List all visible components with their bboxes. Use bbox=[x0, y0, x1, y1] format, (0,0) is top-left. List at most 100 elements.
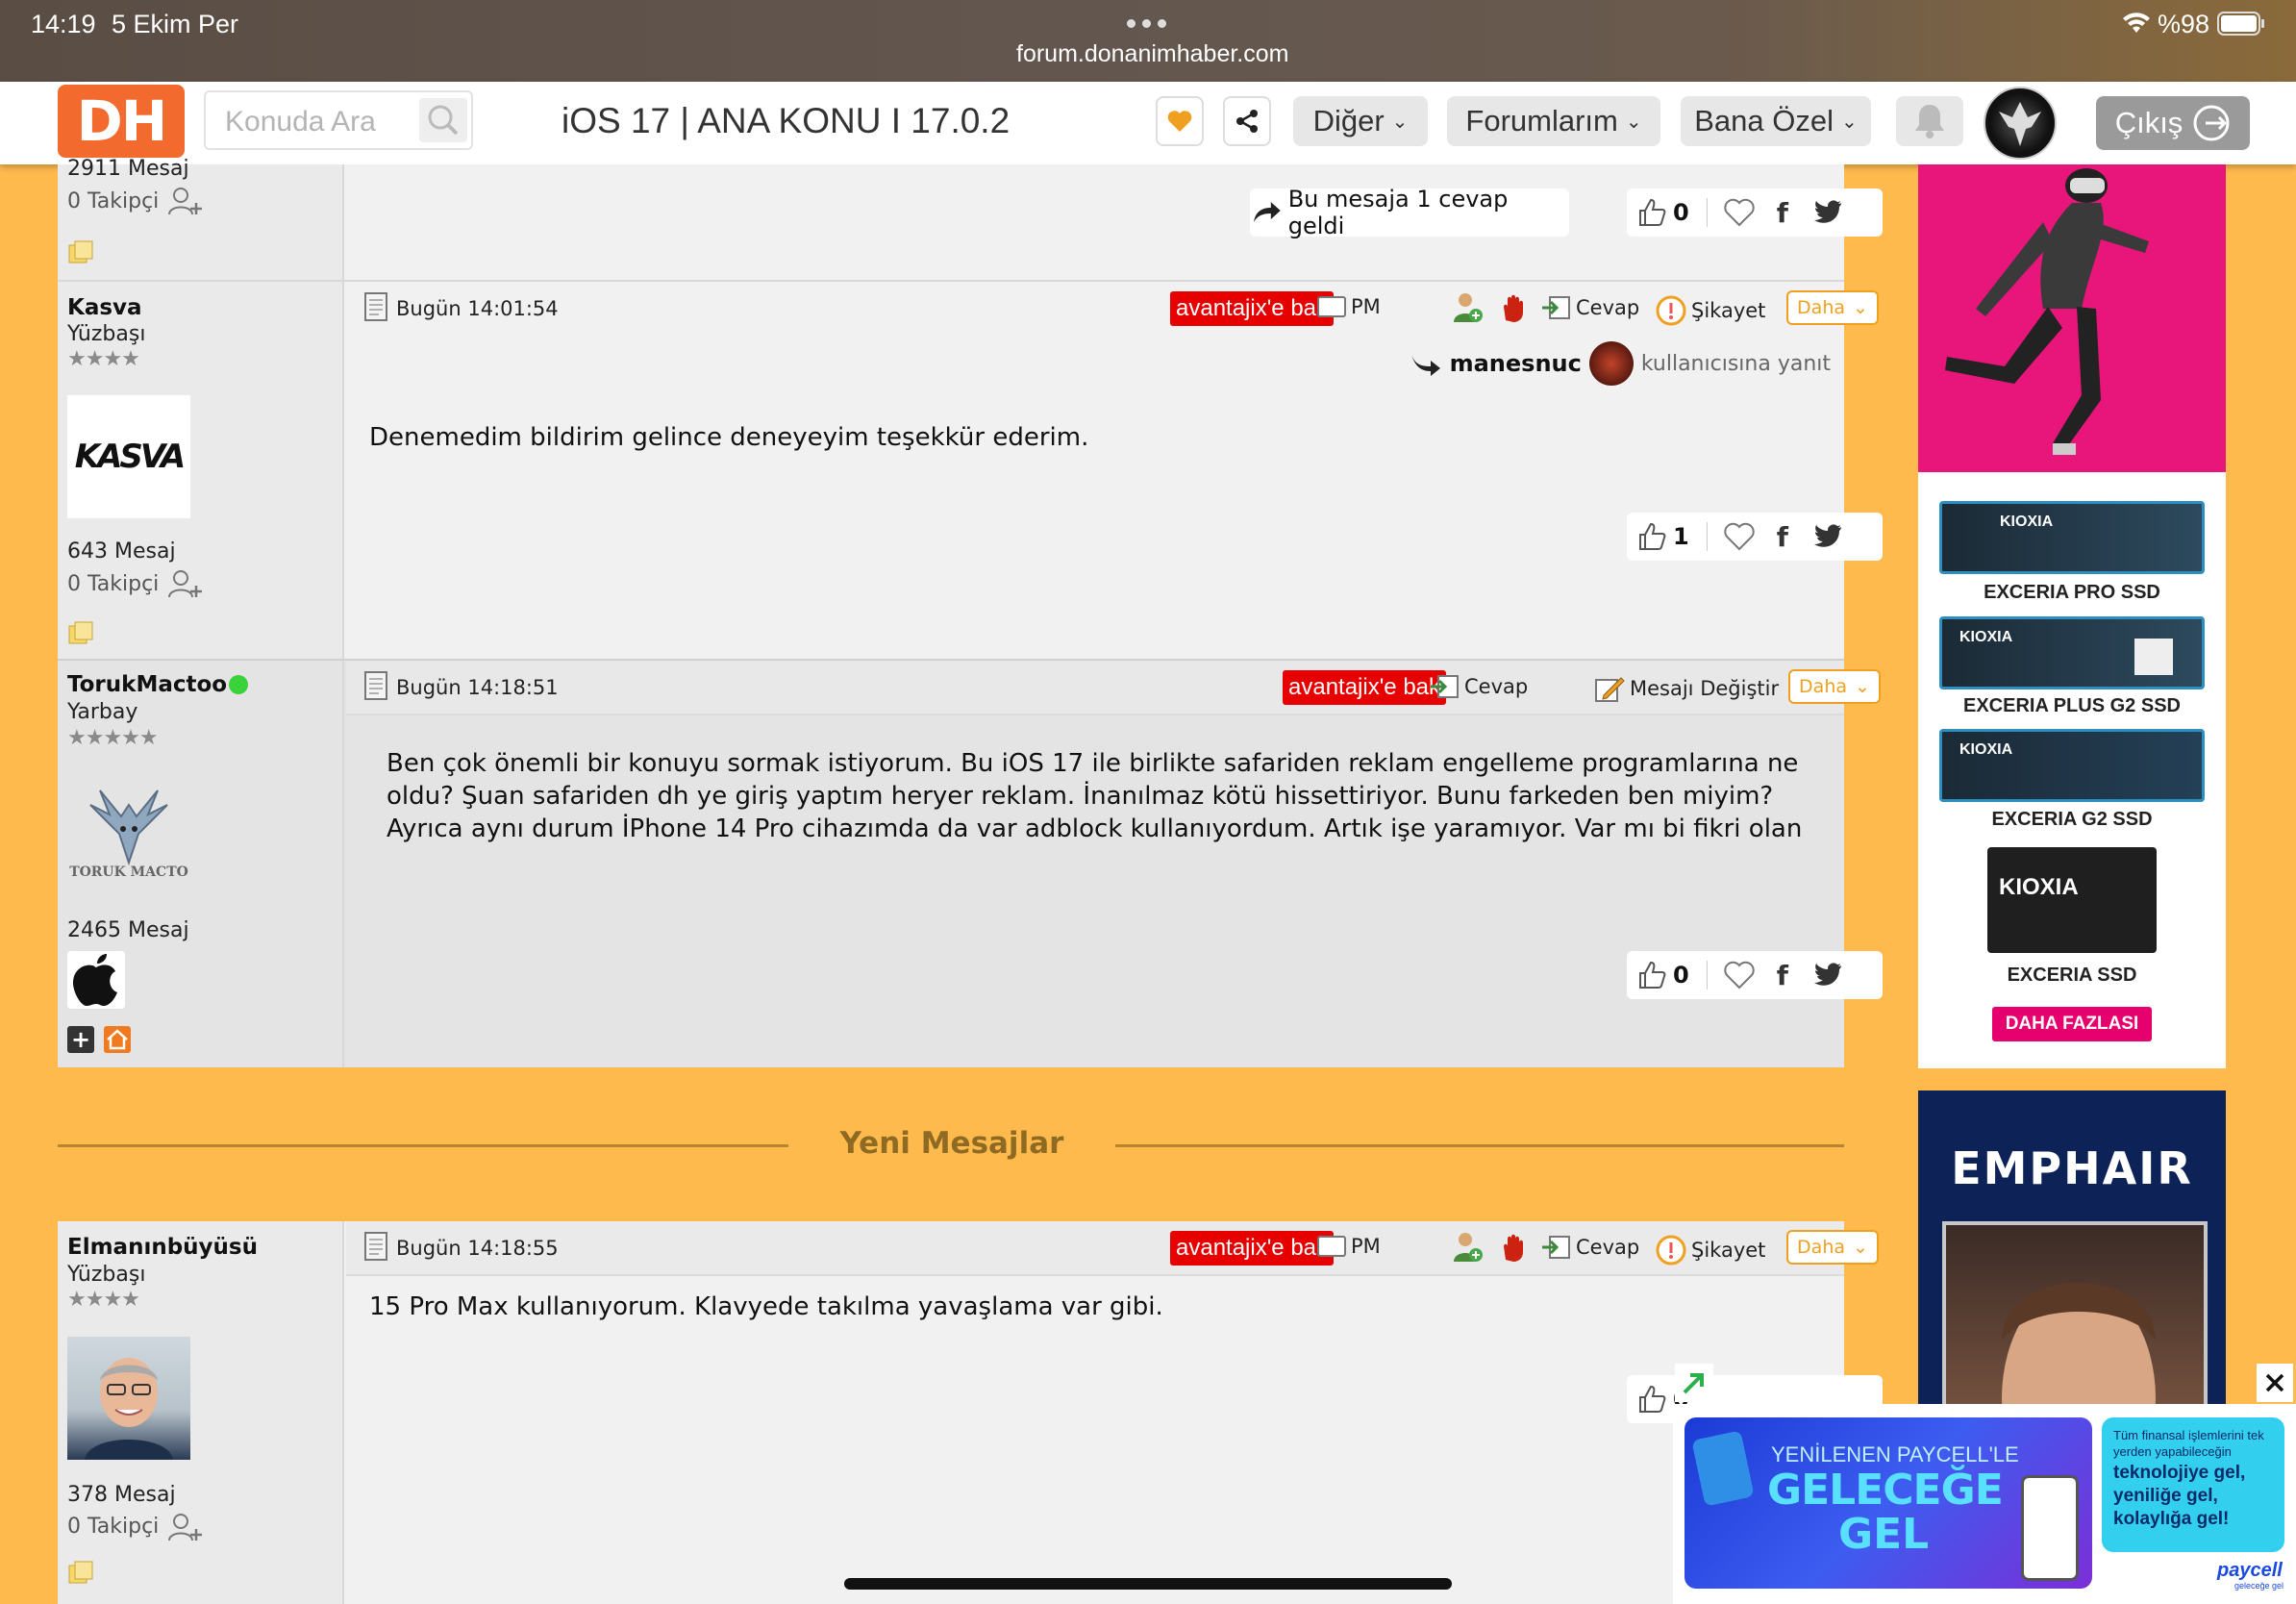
reply-user-avatar[interactable] bbox=[1588, 341, 1634, 386]
search-button[interactable] bbox=[419, 98, 467, 142]
message-count: 2911 Mesaj bbox=[67, 157, 189, 181]
post-date[interactable]: Bugün 14:18:51 bbox=[396, 676, 559, 699]
add-friend-icon[interactable] bbox=[1452, 291, 1483, 324]
avantajix-button[interactable]: avantajix'e bak bbox=[1170, 291, 1335, 326]
reply-icon bbox=[1542, 296, 1570, 319]
thumbs-up-icon[interactable] bbox=[1636, 1384, 1667, 1415]
forumlarim-menu[interactable]: Forumlarım ⌄ bbox=[1447, 96, 1660, 146]
avatar[interactable]: KASVA bbox=[67, 395, 190, 518]
avantajix-button[interactable]: avantajix'e bak bbox=[1170, 1231, 1335, 1266]
thumbs-up-icon[interactable] bbox=[1636, 197, 1667, 228]
close-ad-button[interactable] bbox=[2257, 1364, 2293, 1402]
message-count: 378 Mesaj bbox=[67, 1483, 176, 1507]
post-page-icon[interactable] bbox=[363, 670, 388, 701]
more-dropdown[interactable]: Daha ⌄ bbox=[1786, 1230, 1879, 1265]
ssd-image[interactable]: KIOXIA bbox=[1939, 616, 2205, 689]
paycell-banner[interactable]: YENİLENEN PAYCELL'LE GELECEĞE GEL Tüm fi… bbox=[1673, 1404, 2296, 1604]
multitask-dots-icon[interactable] bbox=[1127, 19, 1166, 28]
username[interactable]: TorukMactoo bbox=[67, 672, 227, 697]
pm-icon bbox=[1317, 1236, 1346, 1257]
like-count: 1 bbox=[1673, 523, 1689, 550]
thumbs-up-icon[interactable] bbox=[1636, 960, 1667, 990]
username[interactable]: Kasva bbox=[67, 295, 142, 320]
logout-button[interactable]: Çıkış bbox=[2096, 96, 2250, 150]
favorite-button[interactable] bbox=[1156, 96, 1204, 146]
report-button[interactable]: Şikayet bbox=[1656, 295, 1765, 326]
ssd-image[interactable]: KIOXIA bbox=[1939, 729, 2205, 802]
bana-ozel-menu[interactable]: Bana Özel ⌄ bbox=[1681, 96, 1871, 146]
heart-outline-icon[interactable] bbox=[1723, 522, 1756, 551]
reply-to-user[interactable]: manesnuc bbox=[1450, 350, 1582, 377]
facebook-icon[interactable]: f bbox=[1777, 197, 1788, 229]
follow-user-icon[interactable] bbox=[167, 1512, 204, 1542]
user-avatar[interactable] bbox=[1984, 87, 2057, 160]
post-header: Bugün 14:01:54 avantajix'e bak PM Cevap … bbox=[346, 282, 1879, 337]
avatar-eagle-icon bbox=[1999, 102, 2041, 146]
block-hand-icon[interactable] bbox=[1498, 291, 1529, 324]
twitter-icon[interactable] bbox=[1813, 200, 1842, 225]
more-dropdown[interactable]: Daha ⌄ bbox=[1788, 669, 1881, 704]
add-friend-icon[interactable] bbox=[1452, 1231, 1483, 1264]
facebook-icon[interactable]: f bbox=[1777, 521, 1788, 553]
replies-button[interactable]: Bu mesaja 1 cevap geldi bbox=[1250, 186, 1569, 239]
ssd-name[interactable]: EXCERIA G2 SSD bbox=[1937, 809, 2207, 831]
close-icon bbox=[2265, 1373, 2284, 1392]
apple-badge[interactable] bbox=[67, 951, 125, 1009]
search-box[interactable]: Konuda Ara bbox=[204, 90, 473, 150]
pm-button[interactable]: PM bbox=[1317, 295, 1381, 318]
ssd-image[interactable]: KIOXIA bbox=[1987, 847, 2157, 953]
notes-icon[interactable] bbox=[67, 1560, 94, 1587]
ssd-image[interactable]: KIOXIA bbox=[1939, 501, 2205, 574]
twitter-icon[interactable] bbox=[1813, 524, 1842, 549]
url-text[interactable]: forum.donanimhaber.com bbox=[1016, 40, 1288, 68]
heart-outline-icon[interactable] bbox=[1723, 198, 1756, 227]
ssd-name[interactable]: EXCERIA SSD bbox=[1937, 965, 2207, 987]
reaction-bar: 0 f bbox=[1627, 188, 1883, 237]
more-ssd-button[interactable]: DAHA FAZLASI bbox=[1992, 1007, 2152, 1041]
more-dropdown[interactable]: Daha ⌄ bbox=[1786, 290, 1879, 325]
block-hand-icon[interactable] bbox=[1498, 1231, 1529, 1264]
search-placeholder: Konuda Ara bbox=[225, 106, 376, 138]
paycell-logo: paycell bbox=[2217, 1560, 2283, 1581]
edit-message-button[interactable]: Mesajı Değiştir bbox=[1594, 674, 1779, 703]
status-bar: 14:19 5 Ekim Per forum.donanimhaber.com … bbox=[0, 0, 2296, 82]
post-page-icon[interactable] bbox=[363, 291, 388, 322]
reply-button[interactable]: Cevap bbox=[1540, 295, 1639, 320]
home-badge-icon[interactable] bbox=[104, 1026, 131, 1053]
reply-icon bbox=[1431, 675, 1459, 698]
share-button[interactable] bbox=[1223, 96, 1271, 146]
post-date[interactable]: Bugün 14:18:55 bbox=[396, 1237, 559, 1260]
notes-icon[interactable] bbox=[67, 239, 94, 266]
avatar[interactable] bbox=[67, 1337, 190, 1460]
notes-icon[interactable] bbox=[67, 620, 94, 647]
avantajix-button[interactable]: avantajix'e bak bbox=[1283, 670, 1447, 705]
follow-user-icon[interactable] bbox=[167, 568, 204, 599]
ssd-name[interactable]: EXCERIA PRO SSD bbox=[1937, 582, 2207, 604]
paycell-banner-side: Tüm finansal işlemlerini tek yerden yapa… bbox=[2102, 1417, 2284, 1552]
plus-badge-icon[interactable]: + bbox=[67, 1026, 94, 1053]
home-indicator[interactable] bbox=[844, 1578, 1452, 1590]
chevron-down-icon: ⌄ bbox=[1625, 111, 1642, 133]
notifications-button[interactable] bbox=[1896, 96, 1963, 146]
reply-button[interactable]: Cevap bbox=[1429, 674, 1528, 699]
chevron-down-icon: ⌄ bbox=[1853, 297, 1868, 318]
dh-logo[interactable]: DH bbox=[58, 85, 185, 158]
username[interactable]: Elmanınbüyüsü bbox=[67, 1235, 258, 1260]
reply-button[interactable]: Cevap bbox=[1540, 1235, 1639, 1260]
facebook-icon[interactable]: f bbox=[1777, 960, 1788, 991]
vr-ad-image[interactable] bbox=[1918, 164, 2226, 472]
post-content: Bugün 14:18:51 avantajix'e bak Cevap Mes… bbox=[346, 661, 1883, 1067]
follow-user-icon[interactable] bbox=[167, 186, 204, 216]
phone-icon bbox=[2021, 1475, 2079, 1581]
post-date[interactable]: Bugün 14:01:54 bbox=[396, 297, 559, 320]
post-page-icon[interactable] bbox=[363, 1231, 388, 1262]
thumbs-up-icon[interactable] bbox=[1636, 521, 1667, 552]
pm-button[interactable]: PM bbox=[1317, 1235, 1381, 1258]
heart-outline-icon[interactable] bbox=[1723, 961, 1756, 990]
twitter-icon[interactable] bbox=[1813, 963, 1842, 988]
avatar[interactable]: TORUK MACTO bbox=[67, 771, 190, 894]
ssd-name[interactable]: EXCERIA PLUS G2 SSD bbox=[1937, 695, 2207, 717]
report-button[interactable]: Şikayet bbox=[1656, 1235, 1765, 1266]
diger-menu[interactable]: Diğer ⌄ bbox=[1293, 96, 1428, 146]
ad-info-button[interactable] bbox=[1675, 1364, 1713, 1402]
